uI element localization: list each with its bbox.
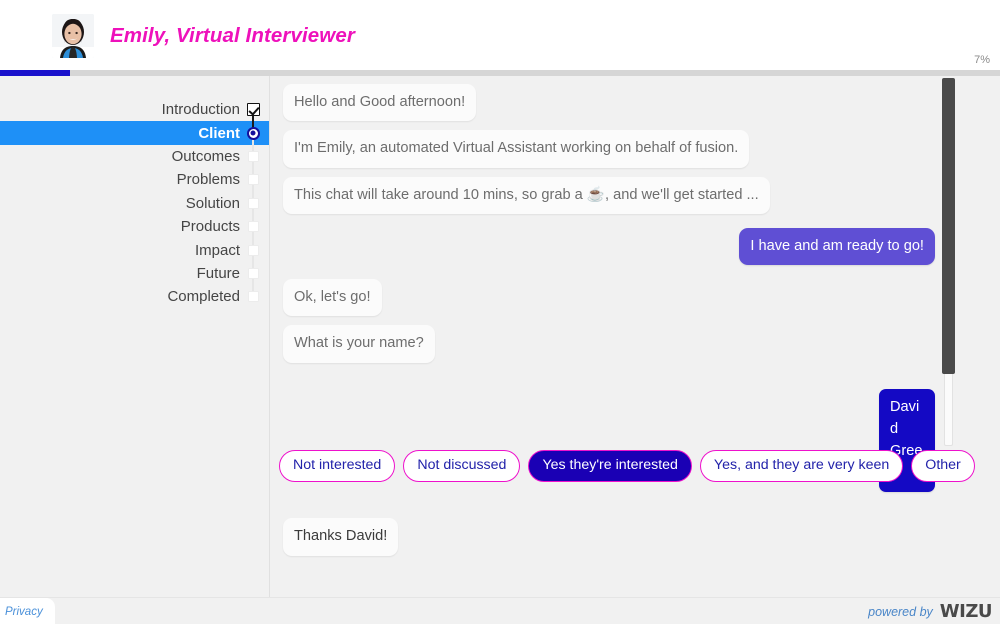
wizu-logo: WIZU	[939, 601, 993, 622]
bot-message-bubble: What is your name?	[283, 325, 435, 363]
message-list: Hello and Good afternoon! I'm Emily, an a…	[271, 84, 943, 565]
app-footer: Privacy powered by WIZU	[0, 597, 1000, 624]
step-square-empty-icon-glyph	[247, 197, 259, 209]
powered-by-label: powered by	[868, 604, 933, 619]
step-radio-selected-icon-glyph	[246, 126, 260, 140]
step-radio-selected-icon	[245, 125, 261, 141]
progress-percent-label: 7%	[974, 54, 990, 66]
reply-option-not-interested[interactable]: Not interested	[279, 450, 396, 482]
step-square-empty-icon	[245, 195, 261, 211]
scrollbar-thumb[interactable]	[942, 78, 955, 374]
message-row-bot: This chat will take around 10 mins, so g…	[283, 176, 943, 214]
step-square-empty-icon-glyph	[247, 150, 259, 162]
step-label: Problems	[176, 171, 240, 189]
sidebar-step-completed[interactable]: Completed	[0, 285, 269, 308]
step-label: Products	[180, 218, 240, 236]
step-square-empty-icon	[245, 219, 261, 235]
bot-message-bubble: I'm Emily, an automated Virtual Assistan…	[283, 130, 750, 168]
bot-message-bubble: Thanks David!	[283, 518, 399, 556]
chat-panel: Hello and Good afternoon! I'm Emily, an a…	[271, 76, 1000, 597]
step-list: Introduction Client Outcomes Problems Soluti…	[0, 98, 269, 309]
reply-option-yes-and-they-are-very-keen[interactable]: Yes, and they are very keen	[699, 450, 904, 482]
step-label: Completed	[167, 288, 240, 306]
app-header: Emily, Virtual Interviewer 7%	[0, 0, 1000, 72]
step-square-empty-icon-glyph	[247, 291, 259, 303]
bot-message-bubble: Hello and Good afternoon!	[283, 84, 477, 122]
reply-option-other[interactable]: Other	[911, 450, 975, 482]
reply-option-not-discussed[interactable]: Not discussed	[403, 450, 521, 482]
message-row-bot: Thanks David!	[283, 518, 943, 556]
step-square-empty-icon	[245, 242, 261, 258]
message-row-bot: I'm Emily, an automated Virtual Assistan…	[283, 130, 943, 168]
step-checkbox-checked-icon	[245, 102, 261, 118]
step-label: Outcomes	[171, 147, 240, 165]
step-label: Future	[196, 264, 240, 282]
message-row-bot: Hello and Good afternoon!	[283, 84, 943, 122]
sidebar-step-problems[interactable]: Problems	[0, 168, 269, 191]
sidebar: Introduction Client Outcomes Problems Soluti…	[0, 76, 270, 597]
reply-options: Not interested Not discussed Yes they're i…	[279, 450, 979, 482]
bot-message-bubble: This chat will take around 10 mins, so g…	[283, 176, 770, 214]
page-title: Emily, Virtual Interviewer	[110, 24, 355, 47]
powered-by: powered by WIZU	[868, 598, 992, 624]
user-message-bubble: I have and am ready to go!	[739, 227, 935, 266]
message-row-bot: Ok, let's go!	[283, 279, 943, 317]
step-square-empty-icon-glyph	[247, 244, 259, 256]
privacy-tab[interactable]: Privacy	[0, 598, 55, 624]
step-square-empty-icon	[245, 172, 261, 188]
step-checkbox-checked-icon-glyph	[246, 103, 260, 117]
avatar	[52, 14, 94, 58]
step-square-empty-icon-glyph	[247, 221, 259, 233]
content-area: Introduction Client Outcomes Problems Soluti…	[0, 76, 1000, 597]
reply-option-yes-they-re-interested[interactable]: Yes they're interested	[528, 450, 692, 482]
step-square-empty-icon-glyph	[247, 174, 259, 186]
step-square-empty-icon	[245, 265, 261, 281]
sidebar-step-products[interactable]: Products	[0, 215, 269, 238]
step-label: Solution	[185, 194, 240, 212]
sidebar-step-solution[interactable]: Solution	[0, 192, 269, 215]
chat-scrollbar[interactable]	[942, 78, 955, 446]
sidebar-step-introduction[interactable]: Introduction	[0, 98, 269, 121]
sidebar-step-future[interactable]: Future	[0, 262, 269, 285]
privacy-link[interactable]: Privacy	[5, 606, 43, 618]
step-square-empty-icon-glyph	[247, 267, 259, 279]
sidebar-step-impact[interactable]: Impact	[0, 238, 269, 261]
sidebar-step-outcomes[interactable]: Outcomes	[0, 145, 269, 168]
step-label: Introduction	[161, 101, 240, 119]
step-label: Client	[198, 124, 240, 142]
message-row-user: I have and am ready to go!	[283, 227, 943, 266]
user-avatar-photo-icon	[52, 14, 94, 58]
sidebar-step-client[interactable]: Client	[0, 121, 269, 145]
step-label: Impact	[194, 241, 240, 259]
message-row-bot: What is your name?	[283, 325, 943, 363]
bot-message-bubble: Ok, let's go!	[283, 279, 382, 317]
virtual-interviewer-app: Emily, Virtual Interviewer 7% Introducti…	[0, 0, 1000, 624]
step-square-empty-icon	[245, 289, 261, 305]
step-square-empty-icon	[245, 148, 261, 164]
